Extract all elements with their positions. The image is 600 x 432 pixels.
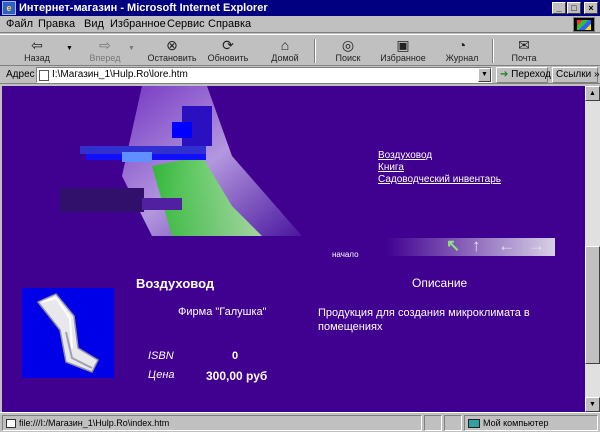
home-label: Домой	[271, 53, 299, 63]
refresh-button[interactable]: ⟳ Обновить	[203, 37, 253, 65]
right-arrow-icon[interactable]: →	[528, 236, 545, 256]
menu-edit[interactable]: Правка	[38, 18, 75, 30]
ie-throbber-logo	[573, 17, 595, 32]
favorites-label: Избранное	[380, 53, 426, 63]
zone-label: Мой компьютер	[483, 418, 549, 428]
back-arrow-icon: ⇦	[31, 37, 43, 53]
go-arrow-icon: ➔	[500, 69, 509, 80]
history-button[interactable]: ◔ Журнал	[440, 37, 484, 65]
menu-file[interactable]: Файл	[6, 18, 33, 30]
status-url-pane: file:///I:/Магазин_1\Hulp.Ro\index.htm	[2, 415, 422, 431]
toolbar-separator	[314, 39, 316, 63]
page-content: Воздуховод Книга Садоводческий инвентарь…	[2, 86, 585, 412]
status-pane	[444, 415, 462, 431]
menu-view[interactable]: Вид	[84, 18, 104, 30]
links-button[interactable]: Ссылки »	[552, 67, 600, 83]
stop-label: Остановить	[147, 53, 197, 63]
mail-label: Почта	[511, 53, 537, 63]
chevron-right-icon: »	[594, 69, 600, 80]
close-button[interactable]: ×	[584, 2, 598, 14]
ie-app-icon: e	[2, 1, 16, 15]
mail-icon: ✉	[518, 37, 530, 53]
home-button[interactable]: ⌂ Домой	[262, 37, 308, 65]
nav-link-garden-tools[interactable]: Садоводческий инвентарь	[378, 174, 501, 186]
search-button[interactable]: ◎ Поиск	[326, 37, 370, 65]
menu-bar: Файл Правка Вид Избранное Сервис Справка	[0, 16, 600, 33]
address-bar: Адрес I:\Магазин_1\Hulp.Ro\lore.htm ▼ ➔ …	[0, 66, 600, 84]
back-label: Назад	[24, 53, 50, 63]
mail-button[interactable]: ✉ Почта	[504, 37, 544, 65]
price-value: 300,00 руб	[206, 369, 268, 383]
price-label: Цена	[148, 369, 175, 381]
stop-button[interactable]: ⊗ Остановить	[141, 37, 203, 65]
status-bar: file:///I:/Магазин_1\Hulp.Ro\index.htm М…	[0, 412, 600, 432]
product-image	[22, 288, 114, 378]
nav-link-book[interactable]: Книга	[378, 162, 501, 174]
menu-tools[interactable]: Сервис	[167, 18, 205, 30]
address-input[interactable]: I:\Магазин_1\Hulp.Ro\lore.htm ▼	[36, 67, 492, 83]
address-dropdown-icon[interactable]: ▼	[478, 68, 491, 82]
description-title: Описание	[412, 276, 468, 290]
stop-icon: ⊗	[166, 37, 178, 53]
page-icon	[6, 419, 16, 428]
favorites-button[interactable]: ▣ Избранное	[372, 37, 434, 65]
title-bar: e Интернет-магазин - Microsoft Internet …	[0, 0, 600, 16]
toolbar: ⇦ Назад ▼ ⇨ Вперед ▼ ⊗ Остановить ⟳ Обно…	[0, 34, 600, 66]
product-title: Воздуховод	[136, 276, 215, 291]
minimize-button[interactable]: _	[552, 2, 566, 14]
diagonal-arrow-icon[interactable]: ↖	[446, 236, 460, 256]
back-dropdown-icon[interactable]: ▼	[66, 45, 73, 52]
up-arrow-icon[interactable]: ↑	[472, 236, 481, 256]
back-button[interactable]: ⇦ Назад	[14, 37, 60, 65]
menu-help[interactable]: Справка	[208, 18, 251, 30]
menu-favorites[interactable]: Избранное	[110, 18, 166, 30]
zone-pane: Мой компьютер	[464, 415, 598, 431]
my-computer-icon	[468, 419, 480, 428]
nav-links: Воздуховод Книга Садоводческий инвентарь	[378, 150, 501, 186]
left-arrow-icon[interactable]: ←	[498, 236, 515, 256]
toolbar-separator	[492, 39, 494, 63]
address-label: Адрес	[6, 69, 35, 80]
page-icon	[39, 70, 49, 81]
address-value: I:\Магазин_1\Hulp.Ro\lore.htm	[52, 69, 188, 80]
forward-label: Вперед	[89, 53, 121, 63]
isbn-label: ISBN	[148, 350, 174, 362]
isbn-value: 0	[232, 350, 239, 362]
window-title: Интернет-магазин - Microsoft Internet Ex…	[19, 2, 268, 14]
search-icon: ◎	[341, 37, 355, 53]
nav-link-air-duct[interactable]: Воздуховод	[378, 150, 501, 162]
forward-dropdown-icon[interactable]: ▼	[128, 45, 135, 52]
description-text: Продукция для создания микроклимата в по…	[318, 307, 530, 333]
favorites-icon: ▣	[396, 37, 410, 53]
go-button[interactable]: ➔ Переход	[496, 67, 551, 83]
home-icon: ⌂	[280, 37, 290, 53]
refresh-label: Обновить	[207, 53, 249, 63]
status-url: file:///I:/Магазин_1\Hulp.Ro\index.htm	[19, 418, 170, 428]
scroll-thumb[interactable]	[585, 246, 600, 364]
vertical-scrollbar[interactable]: ▲ ▼	[585, 86, 600, 412]
home-link[interactable]: начало	[332, 250, 359, 259]
links-label: Ссылки	[556, 69, 592, 80]
status-pane	[424, 415, 442, 431]
search-label: Поиск	[335, 53, 361, 63]
forward-arrow-icon: ⇨	[99, 37, 111, 53]
firm-label: Фирма "Галушка"	[178, 306, 267, 318]
scroll-up-icon[interactable]: ▲	[585, 86, 600, 101]
scroll-down-icon[interactable]: ▼	[585, 397, 600, 412]
history-label: Журнал	[445, 53, 479, 63]
history-icon: ◔	[457, 37, 467, 53]
maximize-button[interactable]: □	[567, 2, 581, 14]
forward-button[interactable]: ⇨ Вперед	[82, 37, 128, 65]
refresh-icon: ⟳	[222, 37, 234, 53]
air-duct-image	[36, 293, 99, 373]
go-label: Переход	[511, 69, 551, 80]
